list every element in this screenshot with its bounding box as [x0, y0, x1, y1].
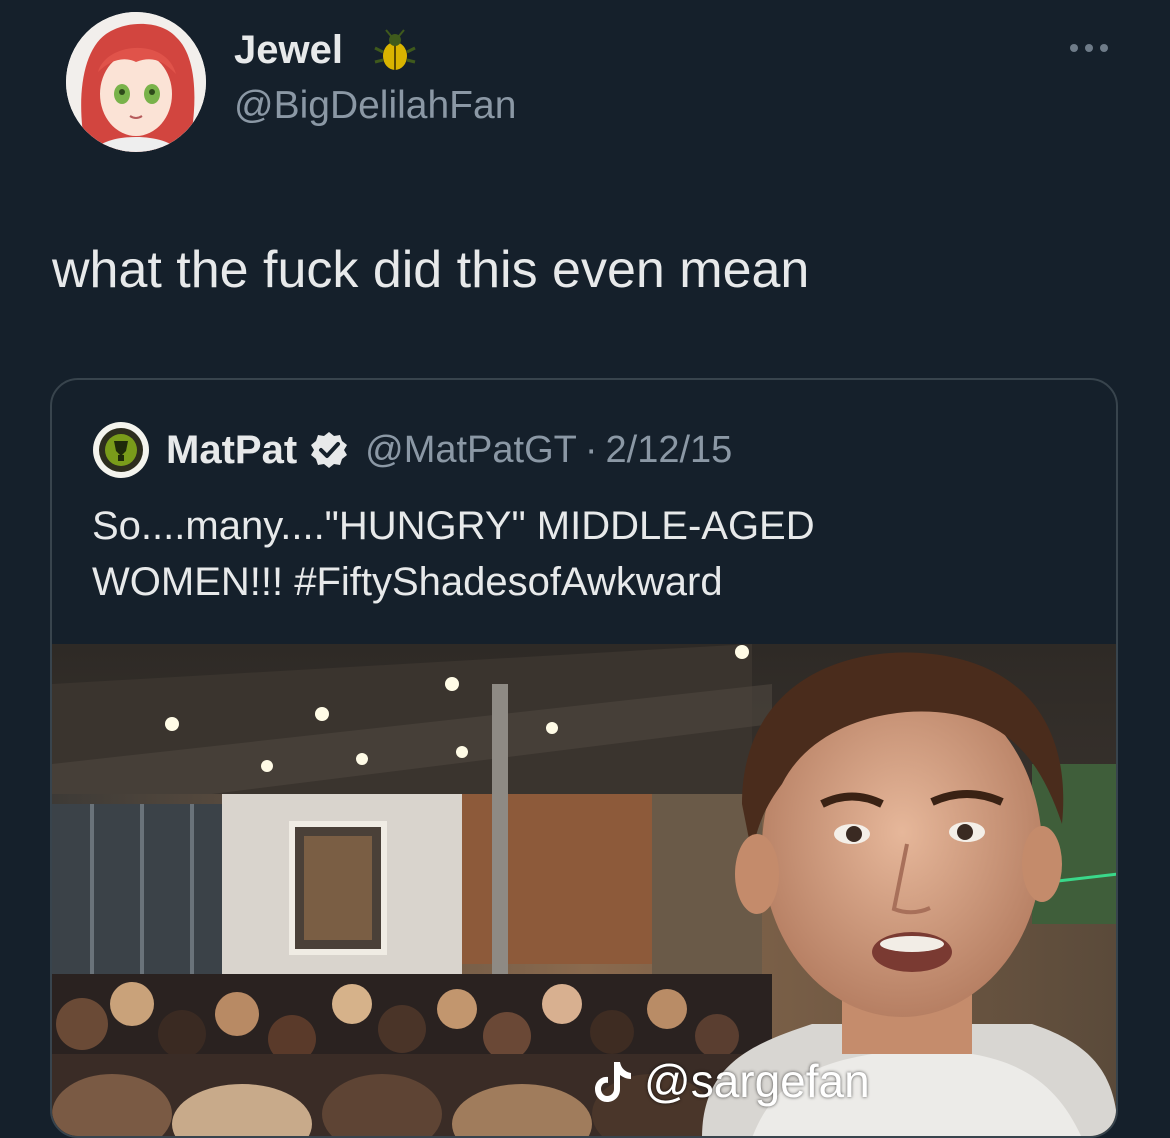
tweet: Jewel @BigDelilahFan what the fuck did t… — [0, 0, 1170, 1138]
quoted-tweet-card[interactable]: MatPat @MatPatGT · 2/12/15 So....many...… — [50, 378, 1118, 1138]
quoted-tweet-text: So....many...."HUNGRY" MIDDLE-AGED WOMEN… — [92, 498, 1092, 610]
quoted-tweet-text-line: WOMEN!!! #FiftyShadesofAwkward — [92, 560, 723, 604]
bug-icon — [374, 29, 416, 70]
quoted-tweet-text-line: So....many...."HUNGRY" MIDDLE-AGED — [92, 504, 815, 548]
verified-badge-icon — [311, 432, 348, 468]
author-display-name[interactable]: Jewel — [234, 26, 343, 74]
quoted-tweet-header: MatPat @MatPatGT · 2/12/15 — [92, 422, 732, 478]
quoted-tweet-date[interactable]: 2/12/15 — [606, 429, 733, 472]
meta-separator: · — [584, 428, 598, 471]
tweet-text: what the fuck did this even mean — [52, 241, 810, 299]
author-handle[interactable]: @BigDelilahFan — [234, 82, 516, 130]
quoted-author-avatar[interactable] — [92, 421, 150, 479]
quoted-author-handle[interactable]: @MatPatGT — [365, 429, 577, 472]
watermark: @sargefan — [592, 1054, 870, 1108]
more-options-icon[interactable] — [1064, 38, 1114, 58]
selfie-photo — [52, 644, 1116, 1136]
author-avatar[interactable] — [66, 12, 206, 152]
quoted-author-name[interactable]: MatPat — [166, 428, 297, 473]
watermark-text: @sargefan — [644, 1055, 870, 1107]
tiktok-icon — [595, 1062, 631, 1102]
quoted-tweet-media[interactable]: @sargefan — [52, 644, 1116, 1136]
